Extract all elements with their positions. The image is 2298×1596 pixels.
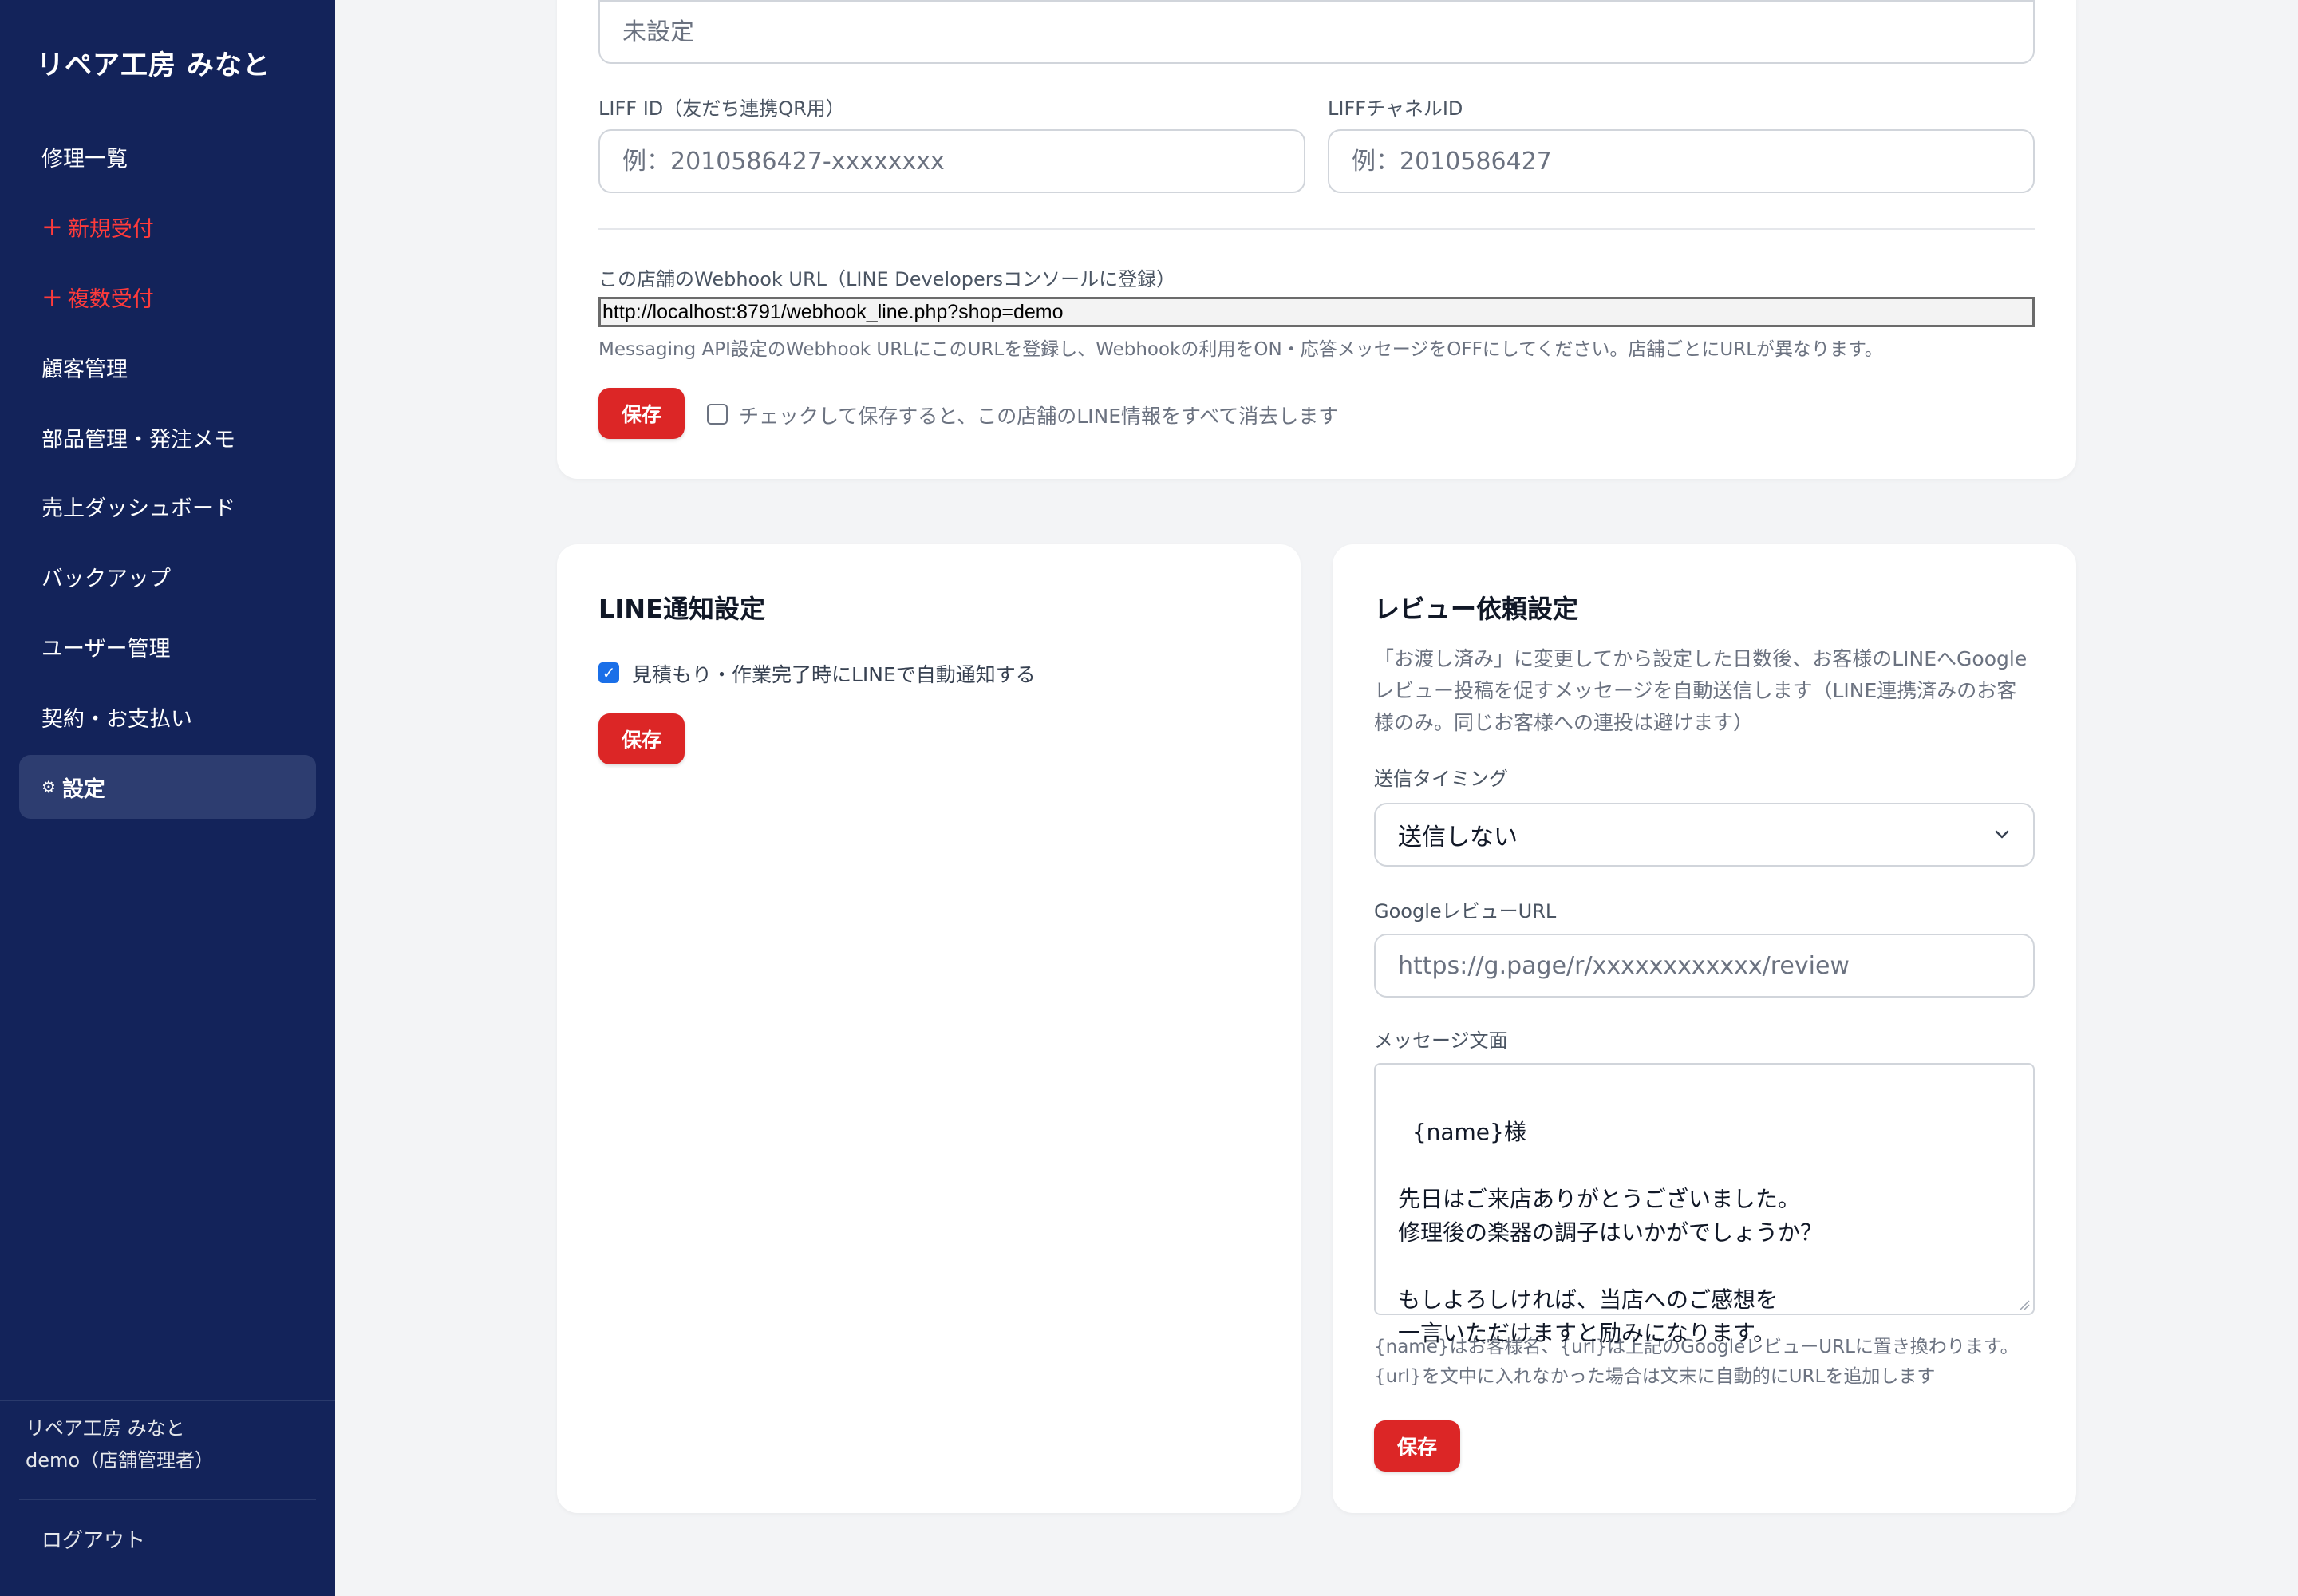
sidebar-item-label: 契約・お支払い [41, 706, 192, 732]
review-description: 「お渡し済み」に変更してから設定した日数後、お客様のLINEへGoogleレビュ… [1374, 647, 2028, 734]
sidebar-item-users[interactable]: ユーザー管理 [19, 614, 316, 678]
timing-select[interactable]: 送信しない [1374, 803, 2035, 867]
message-textarea[interactable]: {name}様 先日はご来店ありがとうございました。 修理後の楽器の調子はいかが… [1374, 1063, 2035, 1346]
liff-channel-input[interactable] [1328, 129, 2035, 193]
sidebar-item-customers[interactable]: 顧客管理 [19, 335, 316, 399]
review-request-card: レビュー依頼設定 「お渡し済み」に変更してから設定した日数後、お客様のLINEへ… [1333, 544, 2076, 1513]
review-save-button[interactable]: 保存 [1374, 1420, 1460, 1472]
sidebar-item-repairs[interactable]: 修理一覧 [19, 124, 316, 188]
chevron-down-icon [1995, 830, 2009, 839]
google-review-url-input[interactable] [1374, 934, 2035, 998]
sidebar-divider [19, 1499, 316, 1500]
sidebar-item-label: 設定 [61, 776, 105, 802]
sidebar-item-label: ユーザー管理 [41, 636, 171, 662]
notify-save-button[interactable]: 保存 [598, 713, 685, 764]
sidebar-account-info: リペア工房 みなと demo（店舗管理者） [26, 1412, 214, 1476]
sidebar-item-label: 売上ダッシュボード [41, 496, 235, 521]
clear-line-label: チェックして保存すると、この店舗のLINE情報をすべて消去します [739, 405, 1339, 428]
plus-icon: + [41, 211, 63, 242]
sidebar-item-bulk-intake[interactable]: + 複数受付 [19, 265, 316, 329]
brand-title: リペア工房 みなと [37, 49, 270, 81]
sidebar-item-backup[interactable]: バックアップ [19, 544, 316, 608]
line-notify-card: LINE通知設定 ✓ 見積もり・作業完了時にLINEで自動通知する 保存 [557, 544, 1301, 1513]
shop-name: リペア工房 みなと [26, 1417, 185, 1440]
section-divider [598, 228, 2035, 230]
timing-select-value: 送信しない [1398, 824, 1518, 851]
plus-icon: + [41, 282, 63, 312]
webhook-label: この店舗のWebhook URL（LINE Developersコンソールに登録… [598, 268, 1176, 290]
timing-label: 送信タイミング [1374, 768, 1508, 790]
sidebar-item-billing[interactable]: 契約・お支払い [19, 685, 316, 749]
review-url-label: GoogleレビューURL [1374, 900, 1557, 922]
sidebar-item-parts[interactable]: 部品管理・発注メモ [19, 405, 316, 469]
liff-id-input[interactable] [598, 129, 1305, 193]
sidebar-item-label: 部品管理・発注メモ [41, 427, 235, 452]
webhook-help-text: Messaging API設定のWebhook URLにこのURLを登録し、We… [598, 339, 1883, 360]
line-save-button[interactable]: 保存 [598, 388, 685, 439]
sidebar-divider [0, 1400, 335, 1401]
gear-icon: ⚙ [41, 777, 56, 796]
sidebar-item-label: 顧客管理 [41, 357, 128, 382]
card-title: LINE通知設定 [598, 594, 765, 624]
sidebar-item-label: 複数受付 [67, 286, 154, 312]
liff-channel-label: LIFFチャネルID [1328, 97, 1463, 120]
sidebar-item-settings[interactable]: ⚙ 設定 [19, 755, 316, 819]
message-label: メッセージ文面 [1374, 1029, 1508, 1052]
sidebar-item-label: 新規受付 [67, 216, 154, 242]
sidebar: リペア工房 みなと 修理一覧 + 新規受付 + 複数受付 顧客管理 部品管理・発… [0, 0, 335, 1596]
sidebar-item-label: バックアップ [41, 566, 171, 591]
sidebar-item-sales-dashboard[interactable]: 売上ダッシュボード [19, 474, 316, 538]
webhook-url-field[interactable]: http://localhost:8791/webhook_line.php?s… [598, 297, 2035, 327]
sidebar-item-label: 修理一覧 [41, 146, 128, 172]
message-text: {name}様 先日はご来店ありがとうございました。 修理後の楽器の調子はいかが… [1398, 1119, 1823, 1346]
clear-line-checkbox[interactable] [707, 404, 728, 425]
auto-notify-label: 見積もり・作業完了時にLINEで自動通知する [632, 663, 1036, 686]
auto-notify-checkbox[interactable]: ✓ [598, 662, 619, 683]
resize-grip-icon[interactable] [2017, 1298, 2030, 1310]
sidebar-item-new-intake[interactable]: + 新規受付 [19, 195, 316, 259]
line-top-input[interactable] [598, 0, 2035, 64]
user-role: demo（店舗管理者） [26, 1449, 215, 1472]
liff-id-label: LIFF ID（友だち連携QR用） [598, 97, 845, 120]
card-title: レビュー依頼設定 [1374, 594, 1579, 624]
logout-link[interactable]: ログアウト [41, 1524, 145, 1554]
